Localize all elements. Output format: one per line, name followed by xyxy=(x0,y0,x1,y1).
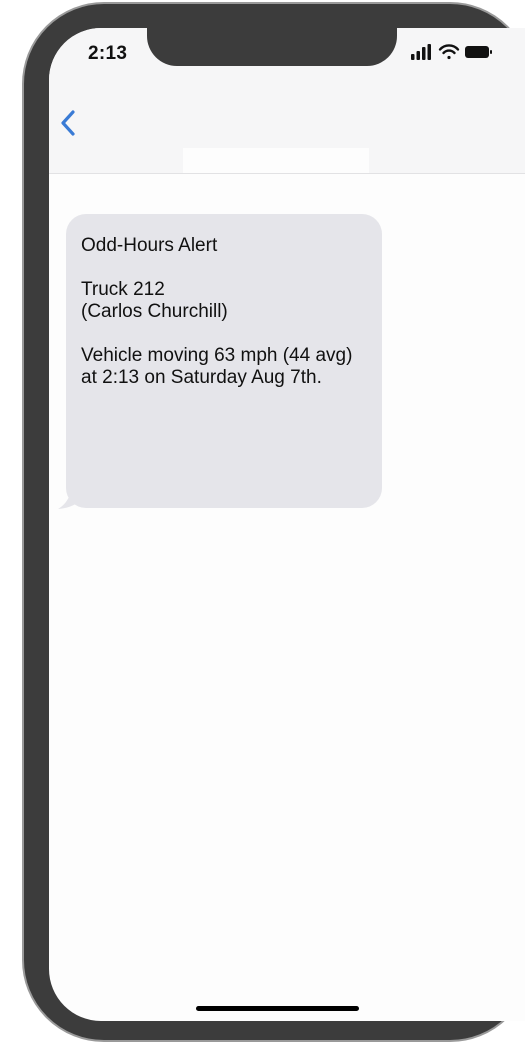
notch xyxy=(147,28,397,66)
message-bubble[interactable]: Odd-Hours Alert Truck 212 (Carlos Church… xyxy=(66,214,382,508)
header-divider xyxy=(49,173,525,174)
home-indicator[interactable] xyxy=(196,1006,359,1011)
wifi-icon xyxy=(438,44,460,60)
battery-icon xyxy=(465,46,492,58)
status-time: 2:13 xyxy=(88,43,128,64)
contact-title-area[interactable] xyxy=(183,148,369,175)
message-vehicle: Truck 212 (Carlos Churchill) xyxy=(81,279,228,322)
message-body: Vehicle moving 63 mph (44 avg) at 2:13 o… xyxy=(81,345,353,388)
signal-bars-icon xyxy=(411,44,431,60)
phone-screen: 2:13 Odd-Hours Alert Truck 212 (Carlos C… xyxy=(49,28,525,1021)
status-icons xyxy=(411,44,492,60)
back-chevron-icon[interactable] xyxy=(55,106,81,140)
message-title: Odd-Hours Alert xyxy=(81,235,218,256)
